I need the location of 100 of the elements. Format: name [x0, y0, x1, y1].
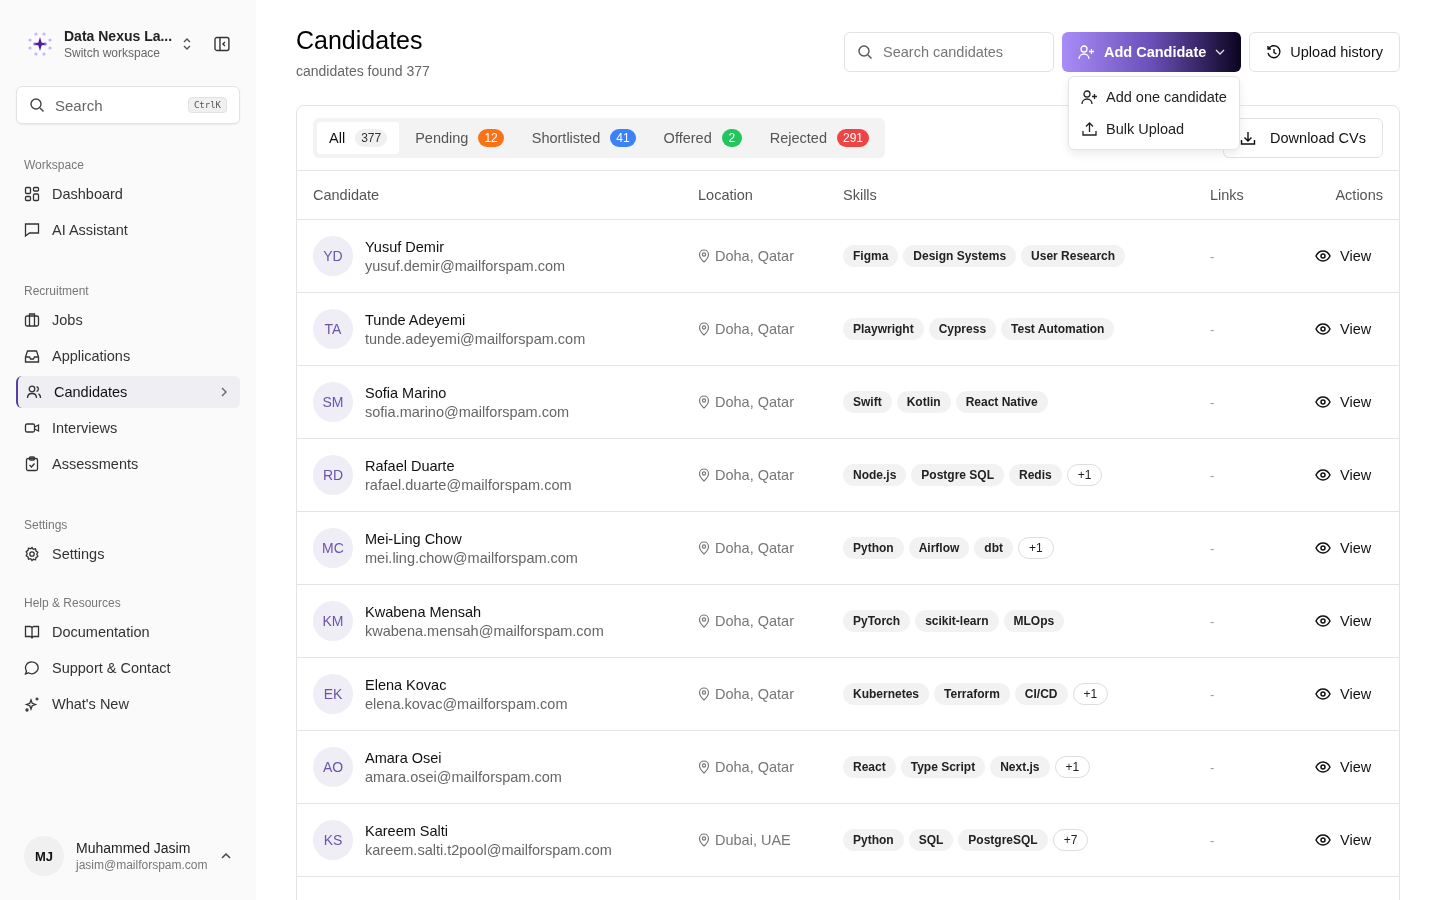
- filter-tab[interactable]: Shortlisted 41: [519, 122, 648, 154]
- map-pin-icon: [698, 760, 710, 774]
- nav-item[interactable]: Candidates: [16, 376, 240, 408]
- upload-history-button[interactable]: Upload history: [1249, 32, 1400, 72]
- nav-item[interactable]: Applications: [16, 340, 240, 372]
- more-skills-tag: +1: [1066, 464, 1103, 486]
- candidate-avatar: YD: [313, 236, 353, 276]
- skill-tag: Kotlin: [896, 391, 951, 413]
- download-cvs-button[interactable]: Download CVs: [1223, 118, 1383, 158]
- eye-icon: [1315, 688, 1331, 700]
- eye-icon: [1315, 834, 1331, 846]
- location-text: Doha, Qatar: [715, 613, 794, 629]
- links-cell-text: -: [1210, 394, 1216, 410]
- chevron-down-icon: [1215, 49, 1226, 55]
- links-cell-text: -: [1210, 759, 1216, 775]
- section-heading: Recruitment: [23, 284, 90, 298]
- candidate-name: Elena Kovac: [365, 676, 448, 693]
- location-text: Dubai, UAE: [715, 832, 791, 848]
- chevron-right-icon: [220, 386, 228, 398]
- sidebar-toggle-icon[interactable]: [214, 36, 230, 52]
- count-badge: 377: [355, 129, 388, 147]
- filter-tab[interactable]: Pending 12: [403, 122, 516, 154]
- nav-item[interactable]: Interviews: [16, 412, 240, 444]
- skill-tag: Airflow: [908, 537, 970, 559]
- candidate-email: kwabena.mensah@mailforspam.com: [365, 622, 604, 639]
- candidate-name: Kwabena Mensah: [365, 603, 483, 620]
- skill-tag: PostgreSQL: [958, 829, 1048, 851]
- filter-tab[interactable]: All 377: [317, 122, 400, 154]
- bubble-icon: [24, 660, 40, 676]
- gear-icon: [24, 546, 40, 562]
- view-button[interactable]: View: [1315, 394, 1384, 410]
- section-heading: Workspace: [23, 158, 85, 172]
- menu-item[interactable]: Add one candidate: [1069, 81, 1239, 113]
- view-button[interactable]: View: [1315, 759, 1384, 775]
- dash-icon: [24, 186, 40, 202]
- clip-icon: [24, 456, 40, 472]
- candidate-avatar: AO: [313, 747, 353, 787]
- view-button[interactable]: View: [1315, 686, 1384, 702]
- shortcut-hint: CtrlK: [187, 97, 227, 113]
- candidate-email: kareem.salti.t2pool@mailforspam.com: [365, 841, 612, 858]
- eye-icon: [1315, 469, 1331, 481]
- user-avatar[interactable]: MJ: [24, 836, 64, 876]
- candidate-name: Sofia Marino: [365, 384, 448, 401]
- search-input[interactable]: Search: [53, 95, 180, 115]
- view-button[interactable]: View: [1315, 832, 1384, 848]
- nav-item[interactable]: Settings: [16, 538, 240, 570]
- nav-item[interactable]: Assessments: [16, 448, 240, 480]
- chevron-updown-icon[interactable]: [182, 37, 193, 51]
- column-header: Candidate: [313, 187, 381, 203]
- nav-item[interactable]: AI Assistant: [16, 214, 240, 246]
- more-skills-tag: +1: [1072, 683, 1109, 705]
- download-icon: [1240, 130, 1257, 146]
- add-candidate-button[interactable]: Add Candidate: [1062, 32, 1242, 72]
- skill-tag: Next.js: [990, 756, 1050, 778]
- location-text: Doha, Qatar: [715, 759, 794, 775]
- map-pin-icon: [698, 322, 710, 336]
- more-skills-tag: +1: [1054, 756, 1091, 778]
- candidate-name: Yusuf Demir: [365, 238, 445, 255]
- links-cell-text: -: [1210, 686, 1216, 702]
- view-button[interactable]: View: [1315, 613, 1384, 629]
- nav-item[interactable]: Dashboard: [16, 178, 240, 210]
- user-plus-icon: [1078, 44, 1095, 60]
- skill-tag: Postgre SQL: [911, 464, 1005, 486]
- nav-item[interactable]: Support & Contact: [16, 652, 240, 684]
- candidate-avatar: SM: [313, 382, 353, 422]
- view-button[interactable]: View: [1315, 321, 1384, 337]
- search-field[interactable]: Search candidates: [844, 32, 1054, 72]
- candidate-name: Tunde Adeyemi: [365, 311, 467, 328]
- nav-item[interactable]: What's New: [16, 688, 240, 720]
- skill-tag: CI/CD: [1014, 683, 1068, 705]
- skill-tag: SQL: [908, 829, 954, 851]
- page-subtitle: candidates found 377: [296, 63, 430, 79]
- view-button[interactable]: View: [1315, 248, 1384, 264]
- eye-icon: [1315, 396, 1331, 408]
- location-text: Doha, Qatar: [715, 540, 794, 556]
- candidate-name: Rafael Duarte: [365, 457, 456, 474]
- filter-tab[interactable]: Rejected 291: [757, 122, 881, 154]
- view-button[interactable]: View: [1315, 540, 1384, 556]
- candidate-email: rafael.duarte@mailforspam.com: [365, 476, 572, 493]
- filter-tab[interactable]: Offered 2: [651, 122, 754, 154]
- video-icon: [24, 420, 40, 436]
- skill-tag: Python: [843, 537, 904, 559]
- links-cell-text: -: [1210, 467, 1216, 483]
- location-text: Doha, Qatar: [715, 467, 794, 483]
- user-email: jasim@mailforspam.com: [76, 858, 208, 872]
- nav-item[interactable]: Jobs: [16, 304, 240, 336]
- column-header: Links: [1210, 187, 1245, 203]
- location-text: Doha, Qatar: [715, 394, 794, 410]
- column-header: Actions: [1334, 187, 1383, 203]
- chevron-up-icon[interactable]: [220, 852, 232, 860]
- sidebar-search-field[interactable]: Search CtrlK: [16, 86, 240, 124]
- map-pin-icon: [698, 614, 710, 628]
- candidate-avatar: EK: [313, 674, 353, 714]
- nav-item[interactable]: Documentation: [16, 616, 240, 648]
- skill-tag: dbt: [974, 537, 1013, 559]
- skill-tag: PyTorch: [843, 610, 911, 632]
- workspace-name[interactable]: Data Nexus La...: [64, 28, 173, 44]
- skill-tag: scikit-learn: [915, 610, 999, 632]
- candidate-email: mei.ling.chow@mailforspam.com: [365, 549, 578, 566]
- view-button[interactable]: View: [1315, 467, 1384, 483]
